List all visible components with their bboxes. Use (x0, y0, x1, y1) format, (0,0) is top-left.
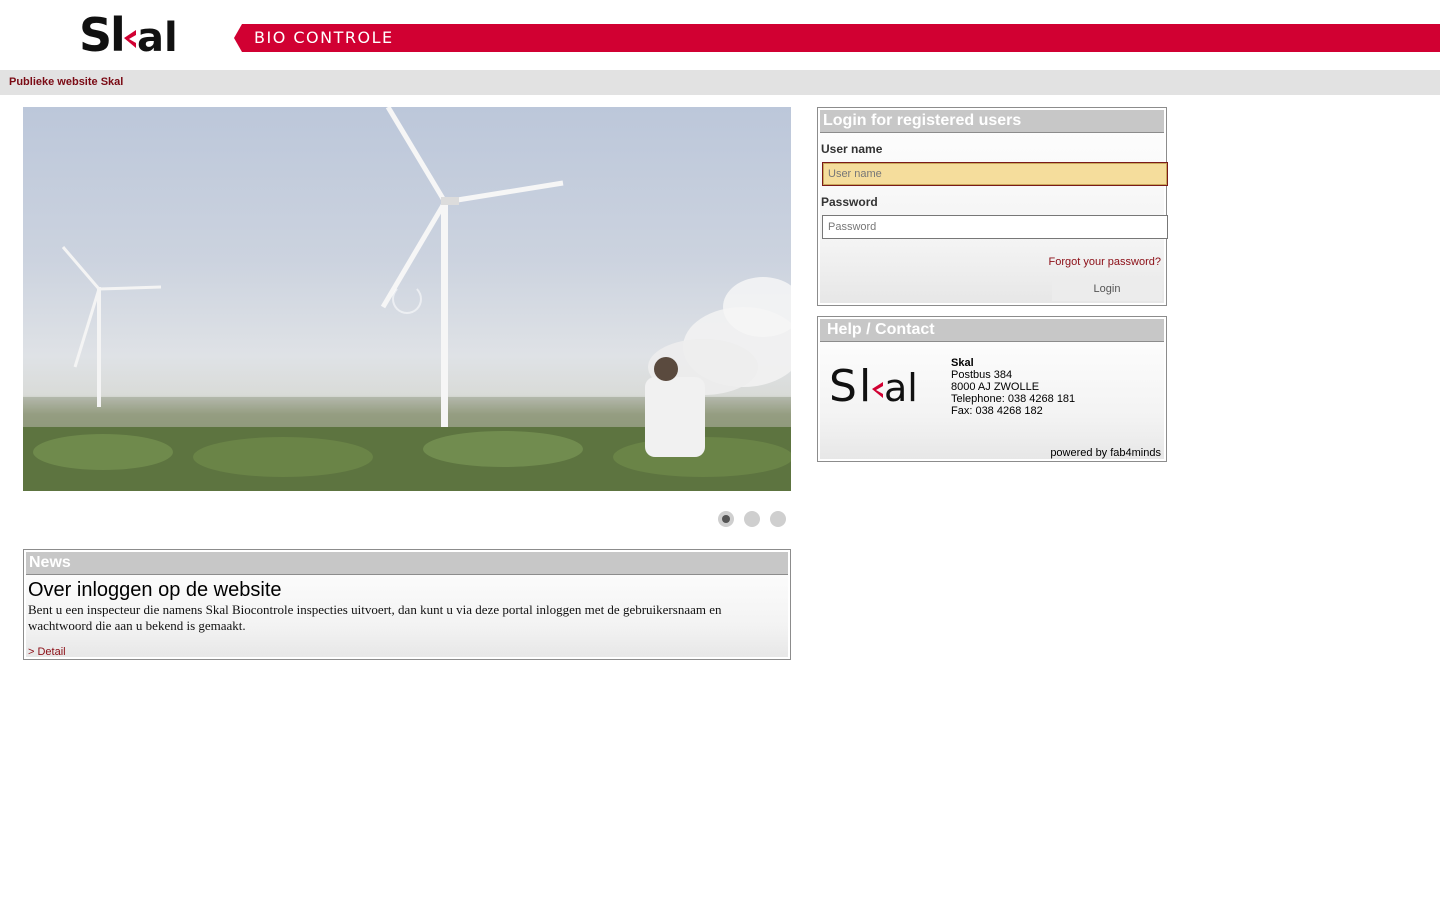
username-label: User name (821, 142, 883, 156)
login-title: Login for registered users (820, 110, 1164, 133)
svg-text:S: S (79, 8, 110, 56)
svg-text:l: l (110, 8, 126, 56)
news-body-text: Bent u een inspecteur die namens Skal Bi… (28, 602, 722, 633)
news-title: News (26, 552, 788, 575)
slideshow-pager (717, 511, 791, 527)
slide-dot-2[interactable] (744, 511, 760, 527)
news-panel: News Over inloggen op de website Bent u … (23, 549, 791, 660)
svg-text:al: al (137, 15, 178, 56)
loading-spinner-icon (392, 284, 422, 314)
news-panel-body: News Over inloggen op de website Bent u … (26, 552, 788, 658)
contact-org: Skal (951, 357, 974, 369)
bio-controle-banner: BIO CONTROLE (234, 24, 1440, 52)
slide-dot-3[interactable] (770, 511, 786, 527)
forgot-password-link[interactable]: Forgot your password? (1049, 256, 1162, 268)
powered-by-text: powered by fab4minds (1050, 447, 1161, 459)
public-website-link[interactable]: Publieke website Skal (9, 76, 123, 88)
news-headline: Over inloggen op de website (28, 579, 282, 601)
contact-fax: Fax: 038 4268 182 (951, 405, 1043, 417)
help-contact-panel: Help / Contact S l al Skal Postbus 384 8… (817, 316, 1167, 462)
username-input[interactable] (822, 162, 1168, 186)
login-panel: Login for registered users User name Pas… (817, 107, 1168, 306)
banner-title: BIO CONTROLE (254, 28, 394, 47)
svg-text:al: al (884, 366, 918, 407)
svg-text:S: S (829, 361, 855, 407)
hero-slideshow[interactable] (23, 107, 791, 491)
login-button[interactable]: Login (1052, 277, 1162, 301)
skal-logo[interactable]: S l al (79, 8, 189, 62)
contact-address-line-2: 8000 AJ ZWOLLE (951, 381, 1040, 393)
site-header: S l al BIO CONTROLE (0, 0, 1440, 70)
contact-address: Skal Postbus 384 8000 AJ ZWOLLE Telephon… (951, 357, 1075, 417)
help-title: Help / Contact (820, 319, 1164, 342)
contact-address-line-1: Postbus 384 (951, 369, 1013, 381)
password-input[interactable] (822, 215, 1168, 239)
news-detail-link[interactable]: > Detail (28, 646, 66, 658)
skal-contact-logo: S l al (829, 361, 935, 412)
top-nav-bar: Publieke website Skal (0, 70, 1440, 95)
password-label: Password (821, 195, 878, 209)
contact-phone: Telephone: 038 4268 181 (951, 393, 1076, 405)
slide-dot-1[interactable] (718, 511, 734, 527)
help-panel-body: Help / Contact S l al Skal Postbus 384 8… (820, 319, 1164, 459)
login-panel-body: Login for registered users User name Pas… (820, 110, 1168, 303)
svg-text:l: l (859, 361, 871, 407)
